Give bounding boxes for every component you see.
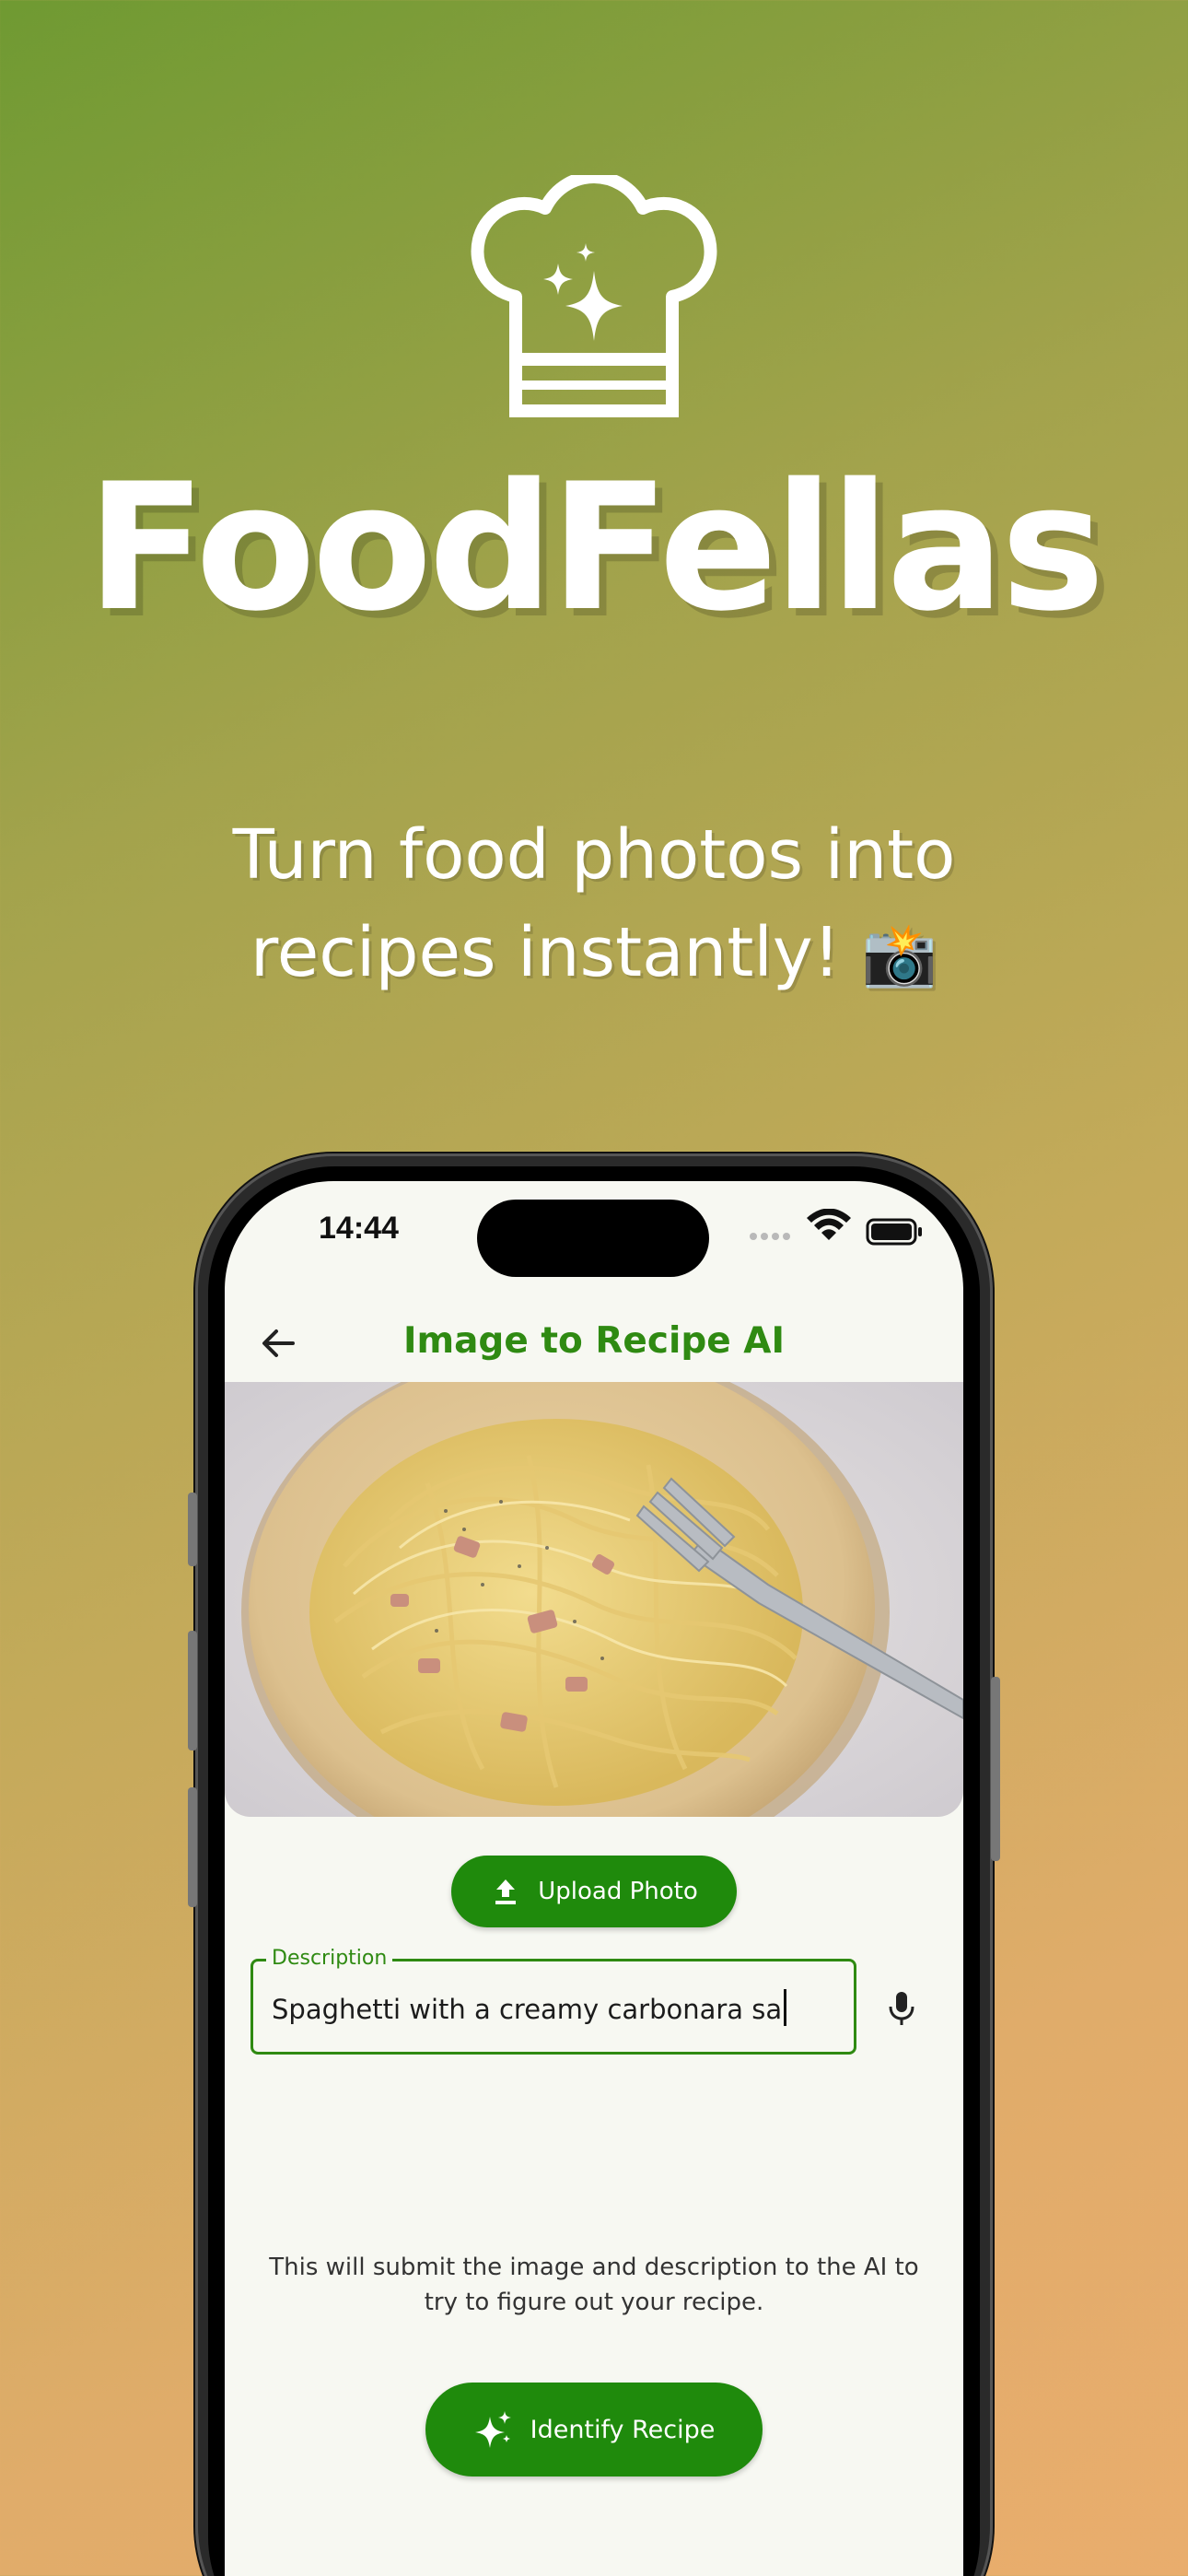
identify-recipe-label: Identify Recipe — [530, 2415, 716, 2444]
phone-side-button — [188, 1493, 197, 1566]
status-time: 14:44 — [319, 1211, 399, 1246]
chef-hat-sparkles-icon — [471, 175, 717, 417]
tagline-line-1: Turn food photos into — [232, 815, 956, 895]
text-caret — [784, 1989, 787, 2026]
microphone-icon[interactable] — [879, 1985, 925, 2031]
dynamic-island — [477, 1200, 709, 1277]
tagline-line-2: recipes instantly! — [250, 913, 841, 992]
submit-info-text: This will submit the image and descripti… — [269, 2254, 919, 2316]
wifi-icon — [807, 1209, 851, 1240]
app-screen: 14:44 Image to Recipe AI Upload Photo De… — [225, 1181, 963, 2576]
cellular-signal-icon — [750, 1233, 790, 1240]
camera-flash-icon: 📸 — [861, 919, 938, 990]
upload-photo-button[interactable]: Upload Photo — [451, 1856, 737, 1927]
app-name-title: FoodFellas — [87, 446, 1105, 650]
page-title: Image to Recipe AI — [402, 1320, 786, 1362]
phone-volume-down — [188, 1787, 197, 1907]
phone-volume-up — [188, 1631, 197, 1751]
tagline: Turn food photos into recipes instantly!… — [138, 806, 1050, 1004]
description-field[interactable]: Description Spaghetti with a creamy carb… — [250, 1947, 856, 2055]
sparkles-icon — [474, 2411, 511, 2448]
description-label: Description — [266, 1947, 393, 1971]
food-photo — [225, 1382, 963, 1817]
identify-recipe-button[interactable]: Identify Recipe — [425, 2383, 763, 2476]
upload-icon — [495, 1879, 517, 1904]
upload-photo-label: Upload Photo — [538, 1878, 698, 1905]
status-bar-icons — [750, 1209, 922, 1246]
phone-power-button — [991, 1677, 1000, 1861]
battery-icon — [866, 1218, 922, 1246]
description-value: Spaghetti with a creamy carbonara sa — [272, 1994, 783, 2025]
